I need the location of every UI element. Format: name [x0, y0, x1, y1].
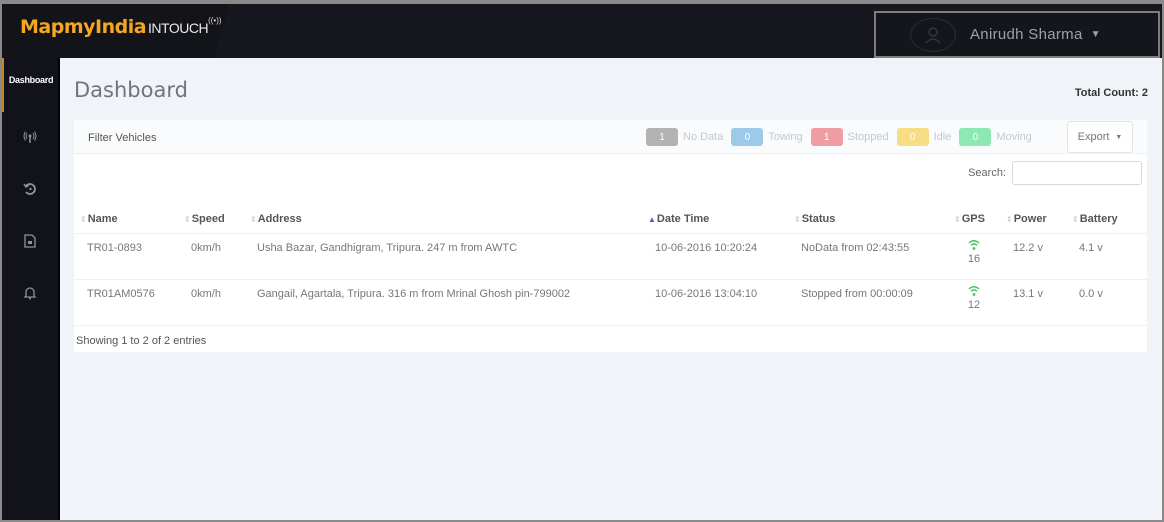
column-header-status[interactable]: ⇕Status: [788, 206, 948, 234]
wifi-signal-icon: [948, 285, 1000, 299]
search-input[interactable]: [1012, 161, 1142, 185]
sidebar-item-live-tracking[interactable]: [2, 112, 58, 164]
user-name: Anirudh Sharma: [970, 26, 1083, 43]
sidebar-item-history[interactable]: [2, 164, 58, 216]
cell-date-time: 10-06-2016 10:20:24: [642, 233, 788, 280]
sort-icon: ⇕: [80, 215, 87, 225]
cell-address: Gangail, Agartala, Tripura. 316 m from M…: [244, 279, 642, 326]
gps-satellite-count: 16: [967, 252, 981, 265]
chevron-down-icon: ▼: [1090, 29, 1101, 40]
cell-date-time: 10-06-2016 13:04:10: [642, 279, 788, 326]
status-badge: 0: [896, 128, 929, 146]
total-count: Total Count: 2: [1074, 87, 1148, 99]
legend-label: Towing: [768, 131, 803, 143]
column-header-power[interactable]: ⇕Power: [1000, 206, 1066, 234]
vehicles-panel: Filter Vehicles 1 No Data 0 Towing 1 Sto…: [74, 120, 1147, 352]
cell-gps: 12: [948, 279, 1000, 326]
column-header-address[interactable]: ⇕Address: [244, 206, 642, 234]
status-badge: 0: [731, 128, 764, 146]
cell-battery: 4.1 v: [1066, 233, 1147, 280]
main-content: Dashboard Total Count: 2 Filter Vehicles…: [60, 58, 1162, 520]
sort-icon: ⇕: [250, 215, 257, 225]
sort-icon: ⇕: [1006, 215, 1013, 225]
bell-icon: [23, 286, 37, 303]
cell-power: 13.1 v: [1000, 279, 1066, 326]
filter-stopped[interactable]: 1 Stopped: [810, 128, 889, 146]
legend-label: Stopped: [847, 131, 889, 143]
sidebar: Dashboard: [2, 58, 60, 520]
cell-name: TR01AM0576: [74, 279, 178, 326]
wifi-signal-icon: [948, 239, 1000, 253]
gps-satellite-count: 12: [967, 298, 981, 311]
column-header-speed[interactable]: ⇕Speed: [178, 206, 244, 234]
table-row[interactable]: TR01AM0576 0km/h Gangail, Agartala, Trip…: [74, 279, 1147, 326]
cell-address: Usha Bazar, Gandhigram, Tripura. 247 m f…: [244, 233, 642, 280]
legend-label: No Data: [683, 131, 724, 143]
sort-icon: ⇕: [1072, 215, 1079, 225]
export-label: Export: [1077, 131, 1110, 143]
history-icon: [23, 182, 37, 199]
sidebar-item-reports[interactable]: [2, 216, 58, 268]
sort-icon: ⇕: [184, 215, 191, 225]
column-header-date-time[interactable]: ▲Date Time: [642, 206, 788, 234]
sidebar-item-dashboard[interactable]: Dashboard: [2, 58, 58, 112]
cell-speed: 0km/h: [178, 279, 244, 326]
status-badge: 1: [646, 128, 678, 146]
search-row: Search:: [968, 161, 1142, 185]
app-window: MapmyIndia INTOUCH ((•)) Anirudh Sharma …: [2, 4, 1162, 520]
logo[interactable]: MapmyIndia INTOUCH ((•)): [20, 16, 222, 38]
sort-icon: ⇕: [954, 215, 961, 225]
filter-vehicles-label: Filter Vehicles: [88, 132, 157, 144]
filter-moving[interactable]: 0 Moving: [959, 128, 1032, 146]
cell-name: TR01-0893: [74, 233, 178, 280]
sort-icon: ⇕: [794, 215, 801, 225]
user-menu[interactable]: Anirudh Sharma ▼: [874, 11, 1160, 58]
logo-area: MapmyIndia INTOUCH ((•)): [2, 4, 230, 58]
filter-idle[interactable]: 0 Idle: [896, 128, 952, 146]
logo-product: INTOUCH: [148, 20, 209, 36]
cell-battery: 0.0 v: [1066, 279, 1147, 326]
table-header-row: ⇕Name ⇕Speed ⇕Address ▲Date Time ⇕Status…: [74, 206, 1147, 234]
table-row[interactable]: TR01-0893 0km/h Usha Bazar, Gandhigram, …: [74, 233, 1147, 280]
logo-brand: MapmyIndia: [20, 16, 147, 38]
report-icon: [24, 233, 36, 251]
cell-status: NoData from 02:43:55: [788, 233, 948, 280]
status-badge: 0: [959, 128, 992, 146]
status-badge: 1: [810, 128, 843, 146]
filter-bar: Filter Vehicles 1 No Data 0 Towing 1 Sto…: [74, 120, 1147, 154]
column-header-battery[interactable]: ⇕Battery: [1066, 206, 1147, 234]
signal-icon: ((•)): [208, 16, 222, 25]
cell-gps: 16: [948, 233, 1000, 280]
signal-tower-icon: [23, 130, 37, 147]
cell-status: Stopped from 00:00:09: [788, 279, 948, 326]
cell-power: 12.2 v: [1000, 233, 1066, 280]
avatar-icon: [910, 17, 956, 52]
entries-info: Showing 1 to 2 of 2 entries: [76, 335, 207, 347]
cell-speed: 0km/h: [178, 233, 244, 280]
filter-no-data[interactable]: 1 No Data: [646, 128, 723, 146]
legend-label: Moving: [996, 131, 1032, 143]
chevron-down-icon: ▼: [1115, 133, 1123, 141]
legend-label: Idle: [933, 131, 952, 143]
filter-towing[interactable]: 0 Towing: [731, 128, 803, 146]
export-button[interactable]: Export ▼: [1067, 121, 1133, 153]
vehicles-table: ⇕Name ⇕Speed ⇕Address ▲Date Time ⇕Status…: [74, 206, 1147, 326]
top-header: MapmyIndia INTOUCH ((•)) Anirudh Sharma …: [2, 4, 1162, 58]
column-header-name[interactable]: ⇕Name: [74, 206, 178, 234]
sort-asc-icon: ▲: [648, 215, 656, 225]
page-title: Dashboard: [74, 78, 188, 102]
sidebar-item-label: Dashboard: [8, 75, 54, 85]
column-header-gps[interactable]: ⇕GPS: [948, 206, 1000, 234]
sidebar-item-alerts[interactable]: [2, 268, 58, 320]
search-label: Search:: [968, 167, 1006, 179]
status-filter-legend: 1 No Data 0 Towing 1 Stopped 0 Idle 0 Mo…: [646, 128, 1040, 146]
